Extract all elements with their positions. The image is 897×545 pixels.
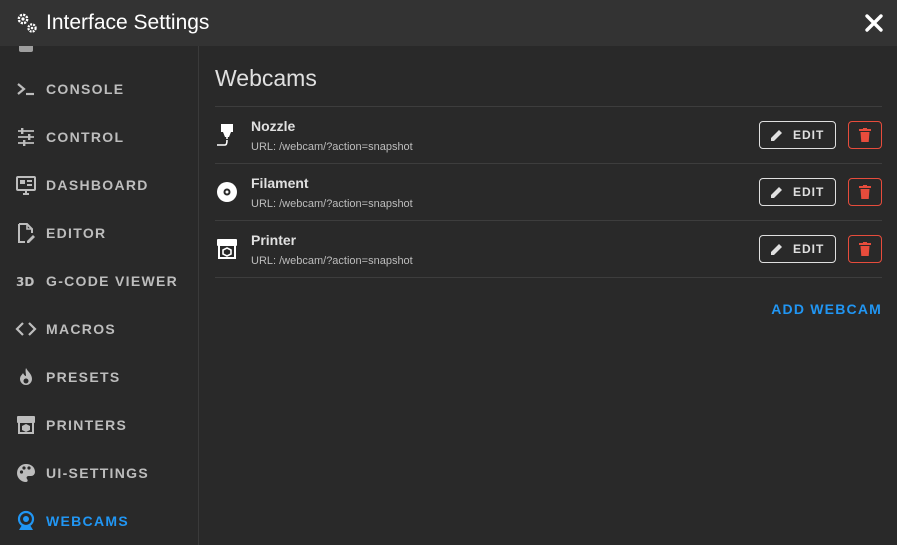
delete-button[interactable] bbox=[848, 121, 882, 149]
close-icon[interactable] bbox=[861, 10, 887, 36]
sidebar-item-label: CONSOLE bbox=[46, 81, 125, 97]
webcam-url: URL: /webcam/?action=snapshot bbox=[251, 255, 413, 267]
edit-label: EDIT bbox=[793, 128, 825, 142]
dialog-titlebar: Interface Settings bbox=[0, 0, 897, 46]
webcam-list: Nozzle URL: /webcam/?action=snapshot EDI… bbox=[215, 106, 882, 278]
edit-button[interactable]: EDIT bbox=[759, 121, 836, 149]
sidebar-item-editor[interactable]: EDITOR bbox=[0, 209, 198, 257]
trash-icon bbox=[859, 128, 871, 142]
console-icon bbox=[17, 83, 34, 96]
tune-icon bbox=[18, 128, 34, 146]
edit-label: EDIT bbox=[793, 185, 825, 199]
sidebar-item-label: UI-SETTINGS bbox=[46, 465, 149, 481]
sidebar-item-control[interactable]: CONTROL bbox=[0, 113, 198, 161]
sidebar-item-label: DASHBOARD bbox=[46, 177, 149, 193]
sidebar-item-webcams[interactable]: WEBCAMS bbox=[0, 497, 198, 545]
webcam-row: Nozzle URL: /webcam/?action=snapshot EDI… bbox=[215, 107, 882, 164]
sidebar-item-label: MACROS bbox=[46, 321, 117, 337]
add-webcam-button[interactable]: ADD WEBCAM bbox=[771, 301, 882, 317]
edit-button[interactable]: EDIT bbox=[759, 178, 836, 206]
webcam-name: Nozzle bbox=[251, 118, 296, 134]
webcam-name: Printer bbox=[251, 232, 297, 248]
pencil-icon bbox=[771, 130, 782, 141]
webcam-url: URL: /webcam/?action=snapshot bbox=[251, 141, 413, 153]
filament-spool-icon bbox=[217, 182, 237, 202]
webcam-url: URL: /webcam/?action=snapshot bbox=[251, 198, 413, 210]
nozzle-icon bbox=[217, 124, 233, 146]
dialog-title: Interface Settings bbox=[46, 11, 210, 34]
sidebar-item-presets[interactable]: PRESETS bbox=[0, 353, 198, 401]
sidebar-item-macros[interactable]: MACROS bbox=[0, 305, 198, 353]
settings-sidebar: CONSOLE CONTROL DASHBOARD EDITOR 3D G-CO… bbox=[0, 46, 199, 545]
printer-3d-icon bbox=[17, 416, 35, 434]
sidebar-item-ui-settings[interactable]: UI-SETTINGS bbox=[0, 449, 198, 497]
sidebar-item-label: EDITOR bbox=[46, 225, 107, 241]
svg-text:3D: 3D bbox=[16, 275, 34, 289]
code-brackets-icon bbox=[15, 322, 37, 336]
pencil-icon bbox=[771, 187, 782, 198]
printer-3d-icon bbox=[217, 239, 237, 259]
edit-label: EDIT bbox=[793, 242, 825, 256]
sidebar-item-label: PRESETS bbox=[46, 369, 121, 385]
sidebar-item-label: WEBCAMS bbox=[46, 513, 129, 529]
webcam-row: Printer URL: /webcam/?action=snapshot ED… bbox=[215, 221, 882, 278]
sidebar-item-gcode-viewer[interactable]: 3D G-CODE VIEWER bbox=[0, 257, 198, 305]
sidebar-item-label: PRINTERS bbox=[46, 417, 128, 433]
sidebar-item-dashboard[interactable]: DASHBOARD bbox=[0, 161, 198, 209]
3d-icon: 3D bbox=[16, 275, 34, 289]
page-title: Webcams bbox=[215, 65, 317, 91]
sidebar-item-printers[interactable]: PRINTERS bbox=[0, 401, 198, 449]
monitor-dashboard-icon bbox=[16, 176, 36, 195]
fire-icon bbox=[20, 368, 32, 385]
pencil-icon bbox=[771, 244, 782, 255]
delete-button[interactable] bbox=[848, 178, 882, 206]
main-content: Webcams Nozzle URL: /webcam/?action=snap… bbox=[200, 46, 897, 545]
edit-button[interactable]: EDIT bbox=[759, 235, 836, 263]
settings-dialog: Interface Settings CONSOLE CONTROL DASHB… bbox=[0, 0, 897, 545]
trash-icon bbox=[859, 242, 871, 256]
file-edit-icon bbox=[18, 223, 35, 243]
gears-icon bbox=[17, 13, 37, 33]
palette-icon bbox=[17, 464, 35, 482]
webcam-row: Filament URL: /webcam/?action=snapshot E… bbox=[215, 164, 882, 221]
webcam-name: Filament bbox=[251, 175, 309, 191]
webcam-icon bbox=[17, 510, 35, 530]
sidebar-item-label: CONTROL bbox=[46, 129, 125, 145]
sidebar-item-console[interactable]: CONSOLE bbox=[0, 65, 198, 113]
general-icon bbox=[19, 46, 33, 52]
trash-icon bbox=[859, 185, 871, 199]
sidebar-item-label: G-CODE VIEWER bbox=[46, 273, 179, 289]
delete-button[interactable] bbox=[848, 235, 882, 263]
